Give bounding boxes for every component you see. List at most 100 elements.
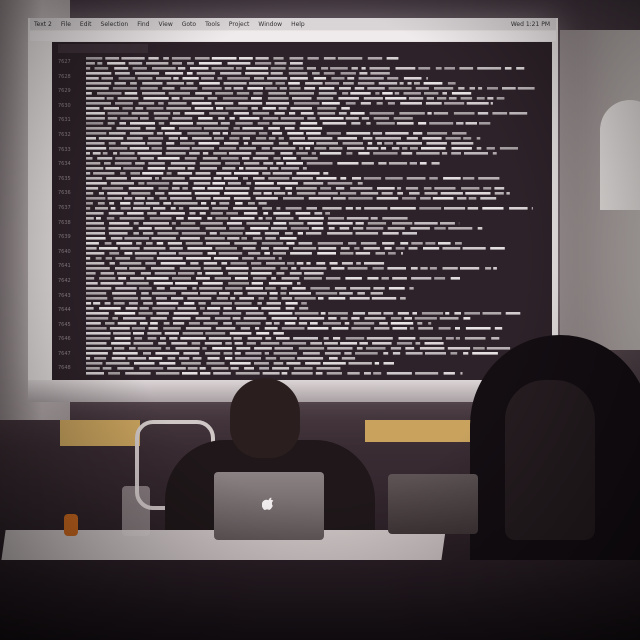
code-glyph-run <box>397 187 402 190</box>
code-glyph-run <box>251 142 274 145</box>
code-glyph-run <box>417 322 423 325</box>
code-glyph-run <box>423 82 443 85</box>
code-glyph-run <box>340 177 347 180</box>
code-glyph-run <box>323 172 329 175</box>
code-glyph-run <box>197 272 202 275</box>
code-glyph-run <box>86 172 91 175</box>
code-glyph-run <box>245 72 269 75</box>
code-glyph-run <box>300 122 318 125</box>
code-glyph-run <box>476 147 482 150</box>
code-glyph-run <box>133 222 139 225</box>
code-glyph-run <box>341 262 353 265</box>
code-glyph-run <box>279 87 287 90</box>
code-glyph-run <box>86 117 105 120</box>
code-glyph-run <box>167 242 182 245</box>
code-glyph-run <box>146 107 164 110</box>
code-glyph-run <box>437 97 447 100</box>
line-number: 7648 <box>58 365 71 372</box>
code-glyph-run <box>257 302 262 305</box>
code-glyph-run <box>382 232 399 235</box>
code-glyph-run <box>161 127 175 130</box>
code-glyph-run <box>178 272 195 275</box>
code-glyph-run <box>305 362 321 365</box>
code-glyph-run <box>157 157 180 160</box>
code-glyph-run <box>253 92 263 95</box>
code-glyph-run <box>203 322 218 325</box>
code-glyph-run <box>486 147 495 150</box>
code-glyph-run <box>258 132 268 135</box>
code-glyph-run <box>104 162 111 165</box>
code-glyph-run <box>246 222 270 225</box>
code-glyph-run <box>167 367 186 370</box>
code-glyph-run <box>140 87 158 90</box>
code-glyph-run <box>295 212 311 215</box>
code-glyph-run <box>400 297 406 300</box>
code-glyph-run <box>130 122 155 125</box>
code-glyph-run <box>163 327 181 330</box>
code-glyph-run <box>287 262 295 265</box>
code-glyph-run <box>325 212 330 215</box>
code-glyph-run <box>274 112 285 115</box>
code-glyph-run <box>266 302 281 305</box>
code-glyph-run <box>434 277 446 280</box>
code-glyph-run <box>294 312 319 315</box>
code-glyph-run <box>175 282 198 285</box>
code-glyph-run <box>128 187 154 190</box>
code-glyph-run <box>374 327 390 330</box>
code-glyph-run <box>263 192 272 195</box>
code-glyph-run <box>414 317 437 320</box>
code-glyph-run <box>403 77 422 80</box>
code-lines-graphic <box>86 57 535 375</box>
code-glyph-run <box>454 312 461 315</box>
line-number: 7638 <box>58 219 71 226</box>
code-glyph-run <box>86 252 105 255</box>
code-glyph-run <box>464 312 480 315</box>
code-glyph-run <box>222 97 248 100</box>
code-glyph-run <box>290 62 303 65</box>
editor-tab <box>58 44 148 53</box>
code-glyph-run <box>247 292 267 295</box>
line-number: 7646 <box>58 336 71 343</box>
code-glyph-run <box>170 197 192 200</box>
code-glyph-run <box>86 132 107 135</box>
code-glyph-run <box>415 372 439 375</box>
code-glyph-run <box>236 307 259 310</box>
code-glyph-run <box>86 297 108 300</box>
code-glyph-run <box>392 327 408 330</box>
code-glyph-run <box>191 147 215 150</box>
code-glyph-run <box>320 312 326 315</box>
code-glyph-run <box>307 222 323 225</box>
code-glyph-run <box>117 272 135 275</box>
code-glyph-run <box>86 122 104 125</box>
code-glyph-run <box>397 192 403 195</box>
code-glyph-run <box>387 102 395 105</box>
menubar-clock: Wed 1:21 PM <box>510 20 550 28</box>
code-glyph-run <box>124 252 133 255</box>
code-glyph-run <box>369 112 395 115</box>
code-glyph-run <box>424 92 439 95</box>
code-glyph-run <box>444 207 466 210</box>
code-glyph-run <box>334 287 347 290</box>
code-glyph-run <box>142 92 166 95</box>
code-glyph-run <box>118 277 127 280</box>
code-glyph-run <box>373 287 385 290</box>
code-glyph-run <box>338 97 359 100</box>
code-glyph-run <box>301 157 318 160</box>
code-glyph-run <box>86 207 91 210</box>
code-glyph-run <box>420 197 431 200</box>
code-glyph-run <box>255 62 272 65</box>
code-glyph-run <box>202 312 220 315</box>
code-glyph-run <box>366 147 379 150</box>
code-glyph-run <box>419 337 443 340</box>
code-glyph-run <box>298 217 324 220</box>
code-glyph-run <box>219 147 237 150</box>
code-glyph-run <box>287 132 304 135</box>
code-glyph-run <box>466 102 489 105</box>
code-glyph-run <box>107 62 126 65</box>
code-glyph-run <box>448 227 473 230</box>
code-glyph-run <box>156 302 179 305</box>
code-glyph-run <box>105 362 130 365</box>
code-glyph-run <box>445 137 461 140</box>
code-glyph-run <box>275 217 294 220</box>
code-glyph-run <box>289 87 301 90</box>
